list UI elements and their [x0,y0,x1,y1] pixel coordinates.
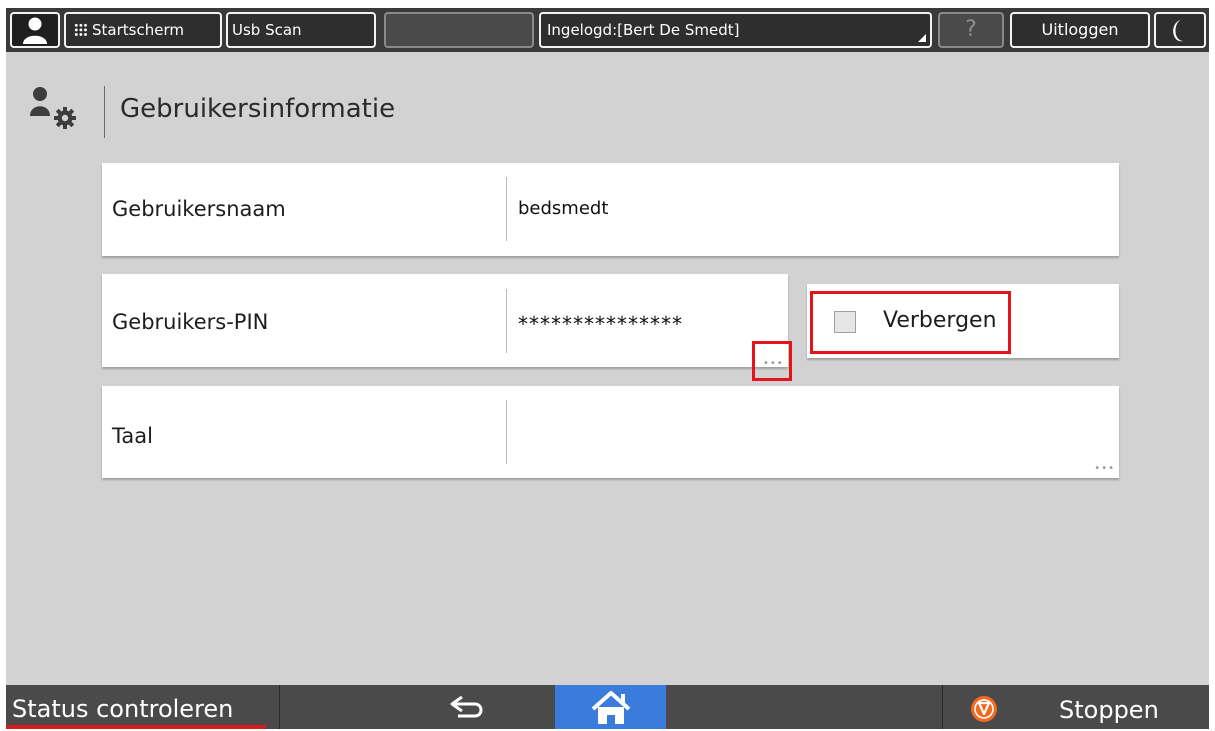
hide-pin-label: Verbergen [883,308,997,333]
help-button[interactable]: ? [938,12,1004,48]
pin-more-dots: ••• [763,358,784,369]
usb-scan-label: Usb Scan [232,21,302,39]
user-settings-icon [30,87,76,129]
app-grid-icon [74,23,88,37]
person-icon [23,17,47,44]
stop-label: Stoppen [1059,696,1159,724]
top-bar: Startscherm Usb Scan Ingelogd:[Bert De S… [6,8,1209,52]
startscherm-label: Startscherm [92,21,184,39]
username-value: bedsmedt [518,198,609,219]
pin-divider [506,289,507,353]
language-row: Taal ••• [102,386,1119,478]
home-button[interactable] [555,685,666,729]
status-indicator [6,725,266,729]
user-button[interactable] [10,12,60,48]
status-check-button[interactable]: Status controleren [6,685,280,729]
energy-saver-button[interactable] [1154,12,1206,48]
back-button[interactable] [280,685,555,729]
pin-value[interactable]: *************** [518,312,683,336]
stop-icon [971,696,997,722]
logged-in-user-button[interactable]: Ingelogd:[Bert De Smedt] [539,12,932,48]
username-label: Gebruikersnaam [112,197,286,221]
language-label: Taal [112,424,153,448]
page-title: Gebruikersinformatie [120,94,396,124]
language-more-button[interactable]: ••• [1094,463,1115,474]
username-divider [506,177,507,241]
usb-scan-button[interactable]: Usb Scan [226,12,376,48]
moon-icon [1173,19,1183,42]
username-row: Gebruikersnaam bedsmedt [102,163,1119,256]
hide-pin-checkbox[interactable] [834,311,856,333]
empty-shortcut-button[interactable] [384,12,534,48]
pin-more-button[interactable]: ••• [752,341,792,381]
back-arrow-icon [450,695,483,718]
logged-in-label: Ingelogd:[Bert De Smedt] [547,21,740,39]
bottom-bar: Status controleren Stoppen [6,685,1209,729]
startscherm-button[interactable]: Startscherm [64,12,222,48]
language-divider [506,400,507,464]
stop-button[interactable]: Stoppen [942,685,1209,729]
logout-button[interactable]: Uitloggen [1010,12,1150,48]
title-divider [104,86,105,138]
status-check-label: Status controleren [12,695,234,723]
pin-row: Gebruikers-PIN *************** [102,274,788,367]
logout-label: Uitloggen [1041,20,1119,39]
device-screen: Startscherm Usb Scan Ingelogd:[Bert De S… [6,8,1209,729]
home-icon [591,691,631,724]
pin-label: Gebruikers-PIN [112,310,269,334]
expand-corner-icon [918,34,926,42]
help-label: ? [965,17,977,42]
hide-pin-toggle[interactable]: Verbergen [810,291,1011,354]
